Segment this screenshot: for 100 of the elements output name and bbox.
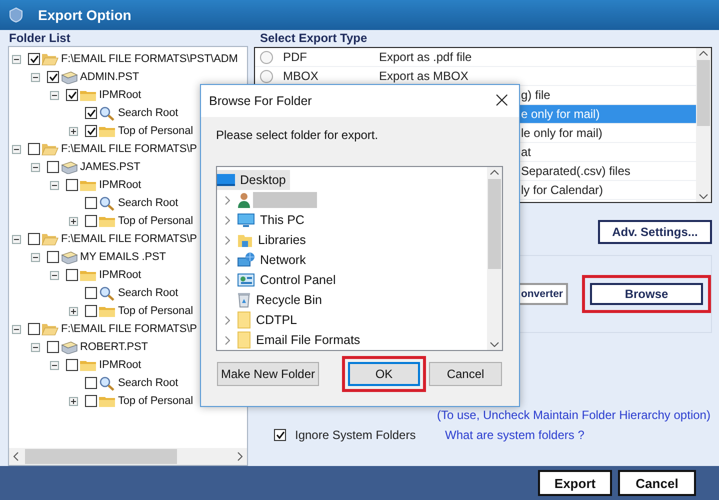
checkbox[interactable] bbox=[28, 323, 40, 335]
collapse-toggle-icon[interactable] bbox=[31, 162, 40, 172]
chevron-right-icon[interactable] bbox=[224, 216, 230, 224]
chevron-right-icon[interactable] bbox=[224, 316, 230, 324]
dialog-prompt: Please select folder for export. bbox=[216, 128, 378, 142]
export-type-description: ly for Calendar) bbox=[521, 183, 604, 197]
tree-item-label[interactable]: F:\EMAIL FILE FORMATS\P bbox=[61, 143, 197, 155]
folder-icon bbox=[79, 358, 97, 372]
radio-button[interactable] bbox=[260, 50, 273, 64]
checkbox[interactable] bbox=[274, 429, 286, 441]
tree-item-label[interactable]: F:\EMAIL FILE FORMATS\P bbox=[61, 323, 197, 335]
tree-item-label[interactable]: Search Root bbox=[118, 287, 178, 299]
tree-item-label[interactable]: Search Root bbox=[118, 197, 178, 209]
chevron-right-icon[interactable] bbox=[224, 276, 230, 284]
tree-item-label[interactable]: Top of Personal bbox=[118, 125, 193, 137]
expand-toggle-icon[interactable] bbox=[69, 126, 78, 136]
ok-button[interactable]: OK bbox=[348, 362, 420, 386]
collapse-toggle-icon[interactable] bbox=[12, 234, 21, 244]
close-button[interactable]: × bbox=[492, 90, 511, 112]
scroll-up-icon[interactable] bbox=[490, 170, 499, 175]
tree-item-label[interactable]: Top of Personal bbox=[118, 305, 193, 317]
tree-item-label[interactable]: Search Root bbox=[118, 107, 178, 119]
folder-item[interactable]: Network bbox=[237, 250, 310, 270]
hierarchy-link[interactable]: (To use, Uncheck Maintain Folder Hierarchy option) bbox=[437, 408, 710, 422]
folder-item[interactable]: CDTPL bbox=[237, 310, 301, 330]
radio-button[interactable] bbox=[260, 70, 273, 82]
adv-settings-button[interactable]: Adv. Settings... bbox=[598, 220, 712, 244]
tree-item-label[interactable]: ADMIN.PST bbox=[80, 71, 139, 83]
checkbox[interactable] bbox=[28, 143, 40, 155]
checkbox[interactable] bbox=[85, 125, 97, 137]
export-type-name: PDF bbox=[283, 50, 308, 64]
collapse-toggle-icon[interactable] bbox=[12, 54, 21, 64]
scroll-down-icon[interactable] bbox=[699, 194, 708, 199]
scroll-up-icon[interactable] bbox=[699, 51, 708, 56]
chevron-right-icon[interactable] bbox=[224, 236, 230, 244]
vertical-scrollbar[interactable] bbox=[696, 48, 711, 202]
tree-item-label[interactable]: ROBERT.PST bbox=[80, 341, 148, 353]
footer-button[interactable]: Cancel bbox=[618, 470, 696, 496]
system-folders-link[interactable]: What are system folders ? bbox=[445, 428, 584, 442]
checkbox[interactable] bbox=[47, 71, 59, 83]
checkbox[interactable] bbox=[28, 53, 40, 65]
collapse-toggle-icon[interactable] bbox=[12, 324, 21, 334]
chevron-right-icon[interactable] bbox=[224, 336, 230, 344]
footer-button[interactable]: Export bbox=[538, 470, 612, 496]
make-new-folder-button[interactable]: Make New Folder bbox=[217, 362, 319, 386]
collapse-toggle-icon[interactable] bbox=[31, 252, 40, 262]
tree-item-label[interactable]: IPMRoot bbox=[99, 269, 142, 281]
checkbox[interactable] bbox=[85, 377, 97, 389]
cancel-button[interactable]: Cancel bbox=[429, 362, 502, 386]
collapse-toggle-icon[interactable] bbox=[50, 180, 59, 190]
folder-item[interactable]: Email File Formats bbox=[237, 330, 364, 350]
folder-item[interactable]: Desktop bbox=[217, 170, 290, 190]
checkbox[interactable] bbox=[66, 89, 78, 101]
checkbox[interactable] bbox=[85, 215, 97, 227]
collapse-toggle-icon[interactable] bbox=[50, 360, 59, 370]
tree-item-label[interactable]: Search Root bbox=[118, 377, 178, 389]
collapse-toggle-icon[interactable] bbox=[31, 342, 40, 352]
horizontal-scrollbar[interactable] bbox=[9, 448, 247, 465]
collapse-toggle-icon[interactable] bbox=[12, 144, 21, 154]
export-type-description: le only for mail) bbox=[521, 126, 602, 140]
checkbox[interactable] bbox=[66, 179, 78, 191]
folder-item[interactable]: Control Panel bbox=[237, 270, 340, 290]
folder-item[interactable]: Libraries bbox=[237, 230, 310, 250]
folder-item[interactable]: This PC bbox=[237, 210, 308, 230]
folder-item[interactable]: Recycle Bin bbox=[237, 290, 326, 310]
expand-toggle-icon[interactable] bbox=[69, 396, 78, 406]
tree-item-label[interactable]: F:\EMAIL FILE FORMATS\PST\ADM bbox=[61, 53, 238, 65]
checkbox[interactable] bbox=[47, 251, 59, 263]
tree-item-label[interactable]: IPMRoot bbox=[99, 359, 142, 371]
chevron-right-icon[interactable] bbox=[224, 196, 230, 204]
scroll-left-icon[interactable] bbox=[13, 452, 19, 461]
magnifier-icon bbox=[98, 376, 116, 390]
checkbox[interactable] bbox=[47, 161, 59, 173]
checkbox[interactable] bbox=[66, 359, 78, 371]
checkbox[interactable] bbox=[85, 197, 97, 209]
scroll-down-icon[interactable] bbox=[490, 342, 499, 347]
export-type-row[interactable]: PDF Export as .pdf file bbox=[255, 48, 696, 67]
tree-item-label[interactable]: MY EMAILS .PST bbox=[80, 251, 166, 263]
expand-toggle-icon[interactable] bbox=[69, 306, 78, 316]
vertical-scrollbar[interactable] bbox=[487, 167, 502, 350]
expand-toggle-icon[interactable] bbox=[69, 216, 78, 226]
collapse-toggle-icon[interactable] bbox=[50, 270, 59, 280]
checkbox[interactable] bbox=[28, 233, 40, 245]
tree-item-label[interactable]: IPMRoot bbox=[99, 89, 142, 101]
tree-item-label[interactable]: JAMES.PST bbox=[80, 161, 140, 173]
tree-item-label[interactable]: F:\EMAIL FILE FORMATS\P bbox=[61, 233, 197, 245]
collapse-toggle-icon[interactable] bbox=[31, 72, 40, 82]
checkbox[interactable] bbox=[47, 341, 59, 353]
tree-item-label[interactable]: Top of Personal bbox=[118, 395, 193, 407]
checkbox[interactable] bbox=[85, 395, 97, 407]
checkbox[interactable] bbox=[85, 107, 97, 119]
checkbox[interactable] bbox=[85, 305, 97, 317]
checkbox[interactable] bbox=[85, 287, 97, 299]
tree-item-label[interactable]: Top of Personal bbox=[118, 215, 193, 227]
collapse-toggle-icon[interactable] bbox=[50, 90, 59, 100]
chevron-right-icon[interactable] bbox=[224, 256, 230, 264]
browse-button[interactable]: Browse bbox=[590, 283, 703, 305]
checkbox[interactable] bbox=[66, 269, 78, 281]
scroll-right-icon[interactable] bbox=[237, 452, 243, 461]
tree-item-label[interactable]: IPMRoot bbox=[99, 179, 142, 191]
